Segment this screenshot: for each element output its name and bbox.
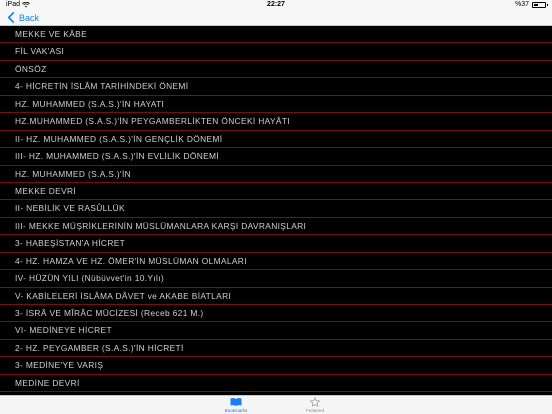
tab-bar: Bookmarks Featured [0, 395, 552, 414]
list-item[interactable]: HZ.MUHAMMED (S.A.S.)'İN PEYGAMBERLİKTEN … [0, 113, 552, 131]
book-icon [230, 398, 242, 406]
list-item[interactable]: MEKKE VE KÂBE [0, 26, 552, 44]
list-item[interactable]: 3- İSRÂ VE MÎRÂC MÜCİZESİ (Receb 621 M.) [0, 305, 552, 323]
list-item[interactable]: FİL VAK'ASI [0, 43, 552, 61]
list-item[interactable]: IV- HÜZÜN YILI (Nübüvvet'in 10.Yılı) [0, 270, 552, 288]
list-item[interactable]: 4- HZ. HAMZA VE HZ. ÖMER'İN MÜSLÜMAN OLM… [0, 253, 552, 271]
list-item[interactable]: III- MEKKE MÜŞRİKLERİNİN MÜSLÜMANLARA KA… [0, 218, 552, 236]
status-bar: iPad 22:27 %37 [0, 0, 552, 9]
list-item[interactable]: III- HZ. MUHAMMED (S.A.S.)'İN EVLİLİK DÖ… [0, 148, 552, 166]
list-item[interactable]: MEDİNE DEVRİ [0, 375, 552, 393]
list-item[interactable]: 2- HZ. PEYGAMBER (S.A.S.)'İN HİCRETİ [0, 340, 552, 358]
tab-featured-label: Featured [305, 408, 324, 413]
list-item[interactable]: 4- HİCRETİN İSLÂM TARİHİNDEKİ ÖNEMİ [0, 78, 552, 96]
status-time: 22:27 [267, 1, 285, 8]
list-item[interactable]: V- KABİLELERİ İSLÂMA DÂVET ve AKABE BİAT… [0, 288, 552, 305]
list-item[interactable]: 3- MEDİNE'YE VARIŞ [0, 357, 552, 375]
battery-icon [532, 1, 548, 8]
list-item[interactable]: MEKKE DEVRİ [0, 183, 552, 201]
tab-featured[interactable]: Featured [285, 397, 345, 414]
star-icon [310, 397, 320, 407]
chapter-list[interactable]: MEKKE VE KÂBE FİL VAK'ASI ÖNSÖZ 4- HİCRETİN… [0, 26, 552, 395]
back-label: Back [19, 12, 40, 23]
list-item[interactable]: HZ. MUHAMMED (S.A.S.)'İN [0, 166, 552, 183]
chevron-left-icon [7, 12, 15, 23]
list-item[interactable]: HZ. MUHAMMED (S.A.S.)'İN HAYATI [0, 96, 552, 114]
list-item[interactable]: 3- HABEŞİSTAN'A HİCRET [0, 235, 552, 253]
list-item[interactable]: II- HZ. MUHAMMED (S.A.S.)'İN GENÇLİK DÖN… [0, 131, 552, 149]
list-item[interactable]: II- NEBİLİK VE RASÛLLÜK [0, 200, 552, 218]
tab-bookmarks-label: Bookmarks [224, 408, 248, 413]
status-right: %37 [514, 0, 548, 9]
battery-percent: %37 [514, 1, 529, 8]
navigation-bar: Back [0, 9, 552, 26]
tab-bookmarks[interactable]: Bookmarks [206, 397, 266, 414]
list-item[interactable]: ÖNSÖZ [0, 61, 552, 79]
back-button[interactable]: Back [7, 9, 39, 26]
battery-fill [534, 3, 538, 6]
list-item[interactable]: VI- MEDİNEYE HİCRET [0, 322, 552, 340]
